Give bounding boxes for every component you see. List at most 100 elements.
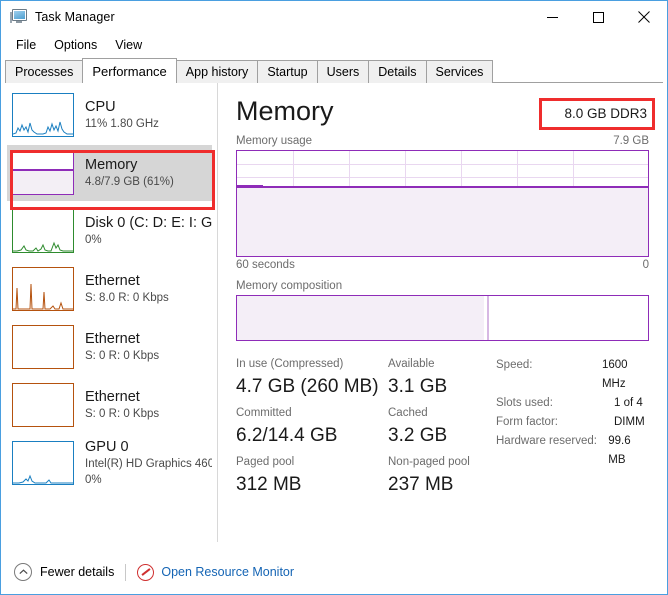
committed-value: 6.2/14.4 GB [236,422,384,449]
sidebar-item-sub: 4.8/7.9 GB (61%) [85,175,174,190]
paged-pool-label: Paged pool [236,453,384,471]
sidebar-item-sub: S: 0 R: 0 Kbps [85,349,159,364]
content-area: CPU 11% 1.80 GHz Memory 4.8/7.9 GB (61%) [1,83,667,542]
spec-row-slots-used: Slots used: 1 of 4 [496,394,649,413]
spec-row-hardware-reserved: Hardware reserved: 99.6 MB [496,432,649,470]
window-title: Task Manager [35,10,115,24]
composition-in-use-segment [237,296,484,340]
axis-label-right: 0 [643,259,649,271]
sidebar-item-disk0[interactable]: Disk 0 (C: D: E: I: G: 0% [7,203,212,259]
sidebar-item-sub: 0% [85,233,212,248]
composition-caption: Memory composition [236,280,649,292]
sidebar-item-ethernet-1[interactable]: Ethernet S: 8.0 R: 0 Kbps [7,261,212,317]
ethernet-sparkline-icon [12,383,74,427]
usage-graph-axis: 60 seconds 0 [236,259,649,271]
spec-value: 1 of 4 [614,394,643,413]
memory-specs-table: Speed: 1600 MHz Slots used: 1 of 4 Form … [488,355,649,502]
sidebar-item-label: GPU 0 [85,439,212,456]
menu-item-options[interactable]: Options [47,36,106,54]
sidebar-item-sub: S: 8.0 R: 0 Kbps [85,291,169,306]
tab-performance[interactable]: Performance [82,58,176,83]
in-use-value: 4.7 GB (260 MB) [236,373,384,400]
maximize-button[interactable] [575,1,621,33]
ethernet-sparkline-icon [12,325,74,369]
resource-monitor-icon [137,564,154,581]
tab-app-history[interactable]: App history [176,60,259,83]
usage-graph-caption: Memory usage 7.9 GB [236,135,649,147]
panel-header: Memory 8.0 GB DDR3 [236,95,649,135]
sidebar-item-label: CPU [85,99,159,116]
axis-label-left: 60 seconds [236,259,295,271]
cached-value: 3.2 GB [388,422,488,449]
disk-sparkline-icon [12,209,74,253]
chevron-up-icon[interactable] [14,563,32,581]
memory-usage-area-left [237,185,263,256]
tab-startup[interactable]: Startup [257,60,317,83]
sidebar-item-label: Ethernet [85,389,159,406]
cached-label: Cached [388,404,488,422]
sidebar-item-label: Disk 0 (C: D: E: I: G: [85,215,212,232]
task-manager-window: Task Manager File Options View Processes… [0,0,668,595]
sidebar-item-ethernet-3[interactable]: Ethernet S: 0 R: 0 Kbps [7,377,212,433]
sidebar-item-memory[interactable]: Memory 4.8/7.9 GB (61%) [7,145,212,201]
memory-usage-area [237,186,648,256]
minimize-button[interactable] [529,1,575,33]
sidebar-item-gpu0[interactable]: GPU 0 Intel(R) HD Graphics 460 0% [7,435,212,491]
paged-pool-value: 312 MB [236,471,384,498]
sidebar-item-cpu[interactable]: CPU 11% 1.80 GHz [7,87,212,143]
spec-key: Slots used: [496,394,614,413]
performance-sidebar[interactable]: CPU 11% 1.80 GHz Memory 4.8/7.9 GB (61%) [1,83,218,542]
spec-value: 99.6 MB [608,432,649,470]
usage-caption-label: Memory usage [236,135,312,147]
spec-key: Hardware reserved: [496,432,608,470]
memory-spec-badge: 8.0 GB DDR3 [564,106,647,121]
sidebar-item-sub2: 0% [85,473,212,488]
composition-modified-segment [487,296,489,340]
sidebar-item-sub: Intel(R) HD Graphics 460 [85,457,212,472]
spec-key: Form factor: [496,413,614,432]
close-button[interactable] [621,1,667,33]
spec-key: Speed: [496,356,602,394]
ethernet-sparkline-icon [12,267,74,311]
menu-bar: File Options View [1,33,667,56]
status-divider [125,564,126,581]
spec-value: 1600 MHz [602,356,649,394]
page-title: Memory [236,95,334,127]
sidebar-item-ethernet-2[interactable]: Ethernet S: 0 R: 0 Kbps [7,319,212,375]
sidebar-item-label: Memory [85,157,174,174]
menu-item-file[interactable]: File [9,36,45,54]
tab-services[interactable]: Services [426,60,494,83]
fewer-details-button[interactable]: Fewer details [40,565,114,579]
sidebar-item-label: Ethernet [85,331,159,348]
tab-details[interactable]: Details [368,60,426,83]
spec-row-form-factor: Form factor: DIMM [496,413,649,432]
available-value: 3.1 GB [388,373,488,400]
title-bar: Task Manager [1,1,667,33]
status-bar: Fewer details Open Resource Monitor [1,550,667,594]
spec-value: DIMM [614,413,645,432]
menu-item-view[interactable]: View [108,36,151,54]
non-paged-pool-label: Non-paged pool [388,453,488,471]
non-paged-pool-value: 237 MB [388,471,488,498]
sidebar-item-sub: S: 0 R: 0 Kbps [85,407,159,422]
available-label: Available [388,355,488,373]
gpu-sparkline-icon [12,441,74,485]
committed-label: Committed [236,404,384,422]
in-use-label: In use (Compressed) [236,355,384,373]
memory-usage-graph [236,150,649,257]
window-controls [529,1,667,33]
tab-users[interactable]: Users [317,60,370,83]
spec-row-speed: Speed: 1600 MHz [496,356,649,394]
cpu-sparkline-icon [12,93,74,137]
stats-secondary-column: Available 3.1 GB Cached 3.2 GB Non-paged… [388,355,488,502]
memory-stats: In use (Compressed) 4.7 GB (260 MB) Comm… [236,355,649,502]
tab-processes[interactable]: Processes [5,60,83,83]
memory-detail-panel: Memory 8.0 GB DDR3 Memory usage 7.9 GB [218,83,667,542]
sidebar-item-label: Ethernet [85,273,169,290]
open-resource-monitor-link[interactable]: Open Resource Monitor [161,565,294,579]
memory-thumbnail-icon [12,151,74,195]
sidebar-item-sub: 11% 1.80 GHz [85,117,159,132]
tab-strip: Processes Performance App history Startu… [5,58,663,83]
taskmanager-icon [10,9,27,25]
usage-max-label: 7.9 GB [613,135,649,147]
